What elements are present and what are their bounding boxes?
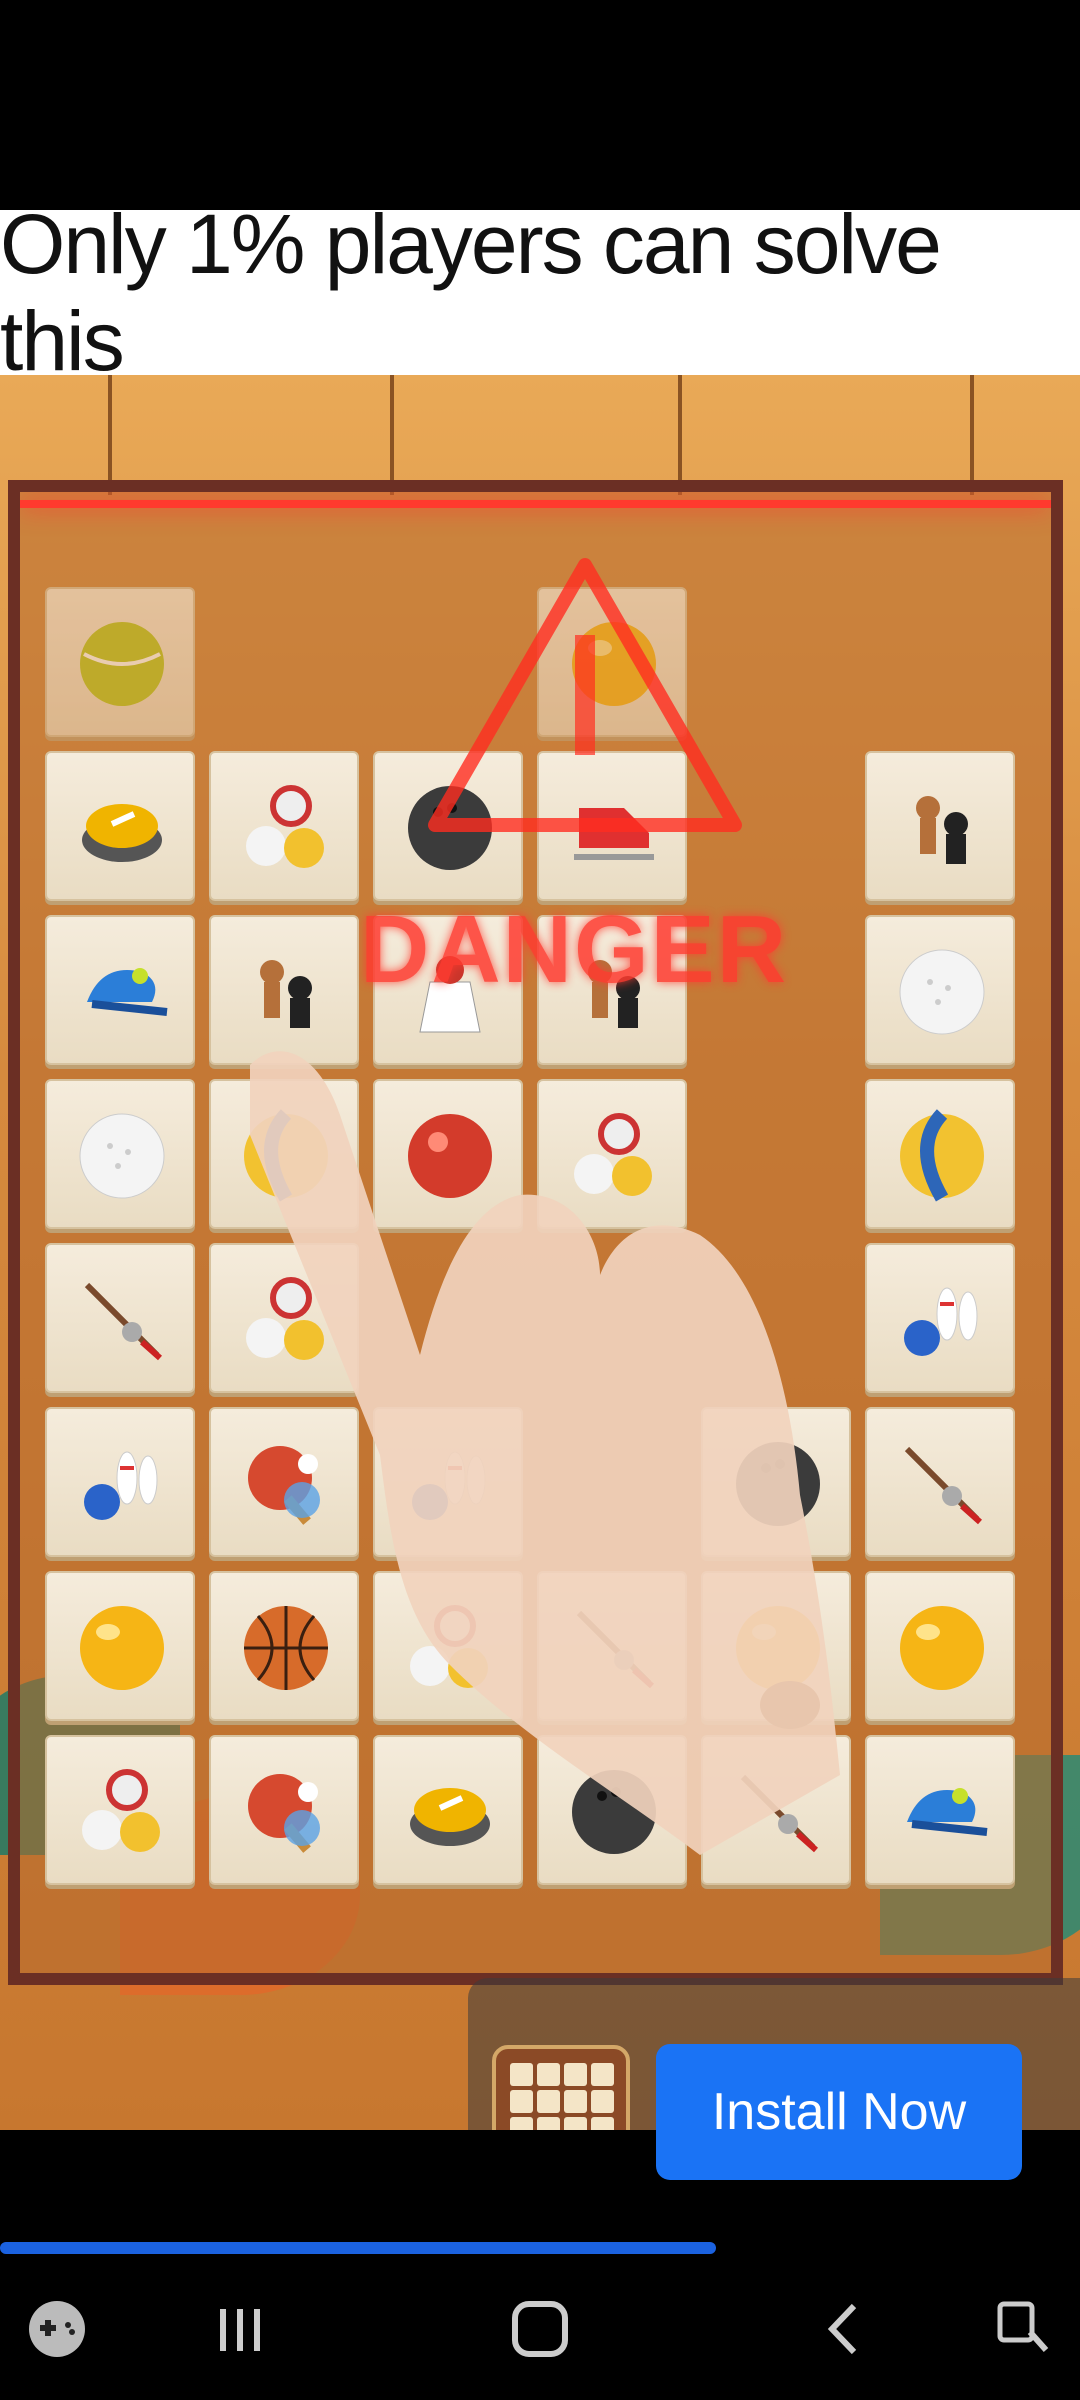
game-tile[interactable] bbox=[209, 1407, 359, 1557]
orange-ball-icon bbox=[736, 1606, 820, 1690]
wood-plank-divider bbox=[108, 375, 112, 495]
game-tile[interactable] bbox=[45, 587, 195, 737]
wood-plank-divider bbox=[390, 375, 394, 495]
warning-triangle-icon bbox=[428, 558, 742, 832]
cap-icon bbox=[87, 968, 168, 1016]
progress-bar bbox=[0, 2242, 1080, 2254]
bowling-pins-icon bbox=[904, 1287, 978, 1356]
game-tile[interactable] bbox=[865, 1407, 1015, 1557]
game-tile[interactable] bbox=[701, 1407, 851, 1557]
game-tile[interactable] bbox=[537, 1735, 687, 1885]
game-tile[interactable] bbox=[45, 1571, 195, 1721]
fishing-rod-icon bbox=[740, 1774, 818, 1853]
billiard-balls-icon bbox=[246, 1277, 324, 1360]
fishing-rod-icon bbox=[904, 1446, 982, 1525]
game-tile[interactable] bbox=[865, 1735, 1015, 1885]
billiard-balls-icon bbox=[574, 1113, 652, 1196]
app-icon[interactable] bbox=[492, 2045, 630, 2130]
game-tile[interactable] bbox=[45, 1407, 195, 1557]
game-tile[interactable] bbox=[209, 1571, 359, 1721]
billiard-balls-icon bbox=[246, 785, 324, 868]
chess-pieces-icon bbox=[260, 960, 312, 1028]
volleyball-icon bbox=[900, 1109, 984, 1202]
wood-plank-divider bbox=[678, 375, 682, 495]
bowling-pins-icon bbox=[412, 1451, 486, 1520]
danger-label: DANGER bbox=[360, 896, 789, 1003]
game-tile[interactable] bbox=[865, 751, 1015, 901]
game-tile[interactable] bbox=[865, 1079, 1015, 1229]
cap-icon bbox=[907, 1788, 988, 1836]
orange-ball-icon bbox=[900, 1606, 984, 1690]
game-tile[interactable] bbox=[701, 1735, 851, 1885]
top-black-area bbox=[0, 0, 1080, 210]
game-tile[interactable] bbox=[373, 1079, 523, 1229]
billiard-balls-icon bbox=[82, 1769, 160, 1852]
chess-pieces-icon bbox=[916, 796, 968, 864]
volleyball-icon bbox=[244, 1109, 328, 1202]
game-tile[interactable] bbox=[865, 1243, 1015, 1393]
screenshot-icon[interactable] bbox=[990, 2294, 1060, 2364]
game-tile[interactable] bbox=[209, 1243, 359, 1393]
game-tile[interactable] bbox=[537, 1079, 687, 1229]
game-tile[interactable] bbox=[373, 1571, 523, 1721]
golf-ball-icon bbox=[79, 1113, 165, 1199]
game-tile[interactable] bbox=[45, 1079, 195, 1229]
billiard-balls-icon bbox=[410, 1605, 488, 1688]
game-tile[interactable] bbox=[209, 751, 359, 901]
bowling-pins-icon bbox=[84, 1451, 158, 1520]
recents-icon[interactable] bbox=[205, 2294, 275, 2364]
curling-stone-icon bbox=[410, 1788, 490, 1846]
ping-pong-paddle-icon bbox=[248, 1446, 320, 1525]
ping-pong-paddle-icon bbox=[248, 1774, 320, 1853]
game-tile[interactable] bbox=[865, 915, 1015, 1065]
red-ball-icon bbox=[408, 1114, 492, 1198]
back-icon[interactable] bbox=[810, 2294, 880, 2364]
curling-stone-icon bbox=[82, 804, 162, 862]
tennis-ball-icon bbox=[80, 622, 164, 706]
game-tile[interactable] bbox=[45, 1243, 195, 1393]
fishing-rod-icon bbox=[576, 1610, 654, 1689]
basketball-icon bbox=[244, 1606, 328, 1690]
bowling-ball-icon bbox=[736, 1442, 820, 1526]
game-scene: DANGER bbox=[0, 375, 1080, 2130]
wood-plank-divider bbox=[970, 375, 974, 495]
danger-line bbox=[20, 500, 1051, 508]
orange-ball-icon bbox=[80, 1606, 164, 1690]
game-tile[interactable] bbox=[45, 915, 195, 1065]
progress-fill bbox=[0, 2242, 717, 2254]
system-navigation-bar bbox=[0, 2254, 1080, 2400]
game-tile[interactable] bbox=[373, 1735, 523, 1885]
game-tile[interactable] bbox=[373, 1407, 523, 1557]
game-tile[interactable] bbox=[209, 1735, 359, 1885]
home-icon[interactable] bbox=[505, 2294, 575, 2364]
game-tile[interactable] bbox=[701, 1571, 851, 1721]
game-tile[interactable] bbox=[45, 751, 195, 901]
game-controller-icon[interactable] bbox=[22, 2294, 92, 2364]
bowling-ball-icon bbox=[572, 1770, 656, 1854]
game-tile[interactable] bbox=[865, 1571, 1015, 1721]
game-tile[interactable] bbox=[45, 1735, 195, 1885]
fishing-rod-icon bbox=[84, 1282, 162, 1361]
game-tile[interactable] bbox=[209, 1079, 359, 1229]
ad-headline: Only 1% players can solve this bbox=[0, 197, 1080, 388]
game-tile[interactable] bbox=[209, 915, 359, 1065]
install-now-button[interactable]: Install Now bbox=[656, 2044, 1022, 2180]
game-tile[interactable] bbox=[537, 1571, 687, 1721]
golf-ball-icon bbox=[899, 949, 985, 1035]
